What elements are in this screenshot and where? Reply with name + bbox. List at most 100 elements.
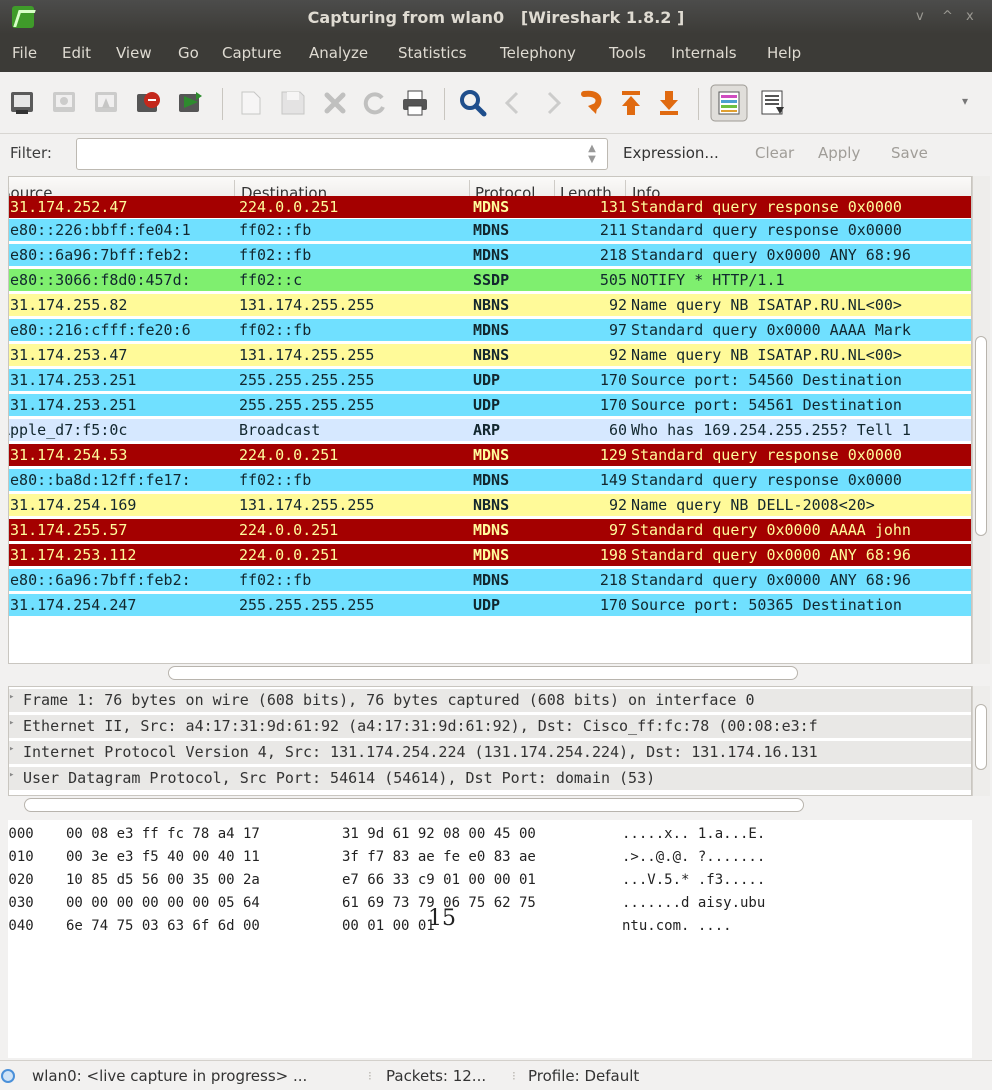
packet-row[interactable]: 131.174.255.57 224.0.0.251 MDNS 97 Standard … [9, 519, 971, 542]
menu-help[interactable]: Help [767, 44, 801, 62]
save-filter-button[interactable]: Save [891, 144, 928, 162]
details-vscroll-thumb[interactable] [975, 704, 987, 770]
expression-button[interactable]: Expression... [623, 144, 719, 162]
packet-list-vscrollbar[interactable] [972, 176, 990, 664]
toolbar-separator [444, 88, 445, 120]
packet-info: Name query NB ISATAP.RU.NL<00> [631, 346, 902, 364]
packet-row[interactable]: fe80::6a96:7bff:feb2: ff02::fb MDNS 218 Stan… [9, 569, 971, 592]
packet-row[interactable]: fe80::ba8d:12ff:fe17: ff02::fb MDNS 149 Stan… [9, 469, 971, 492]
close-file-icon [324, 92, 346, 114]
packet-protocol: SSDP [473, 271, 510, 289]
packet-destination: 255.255.255.255 [239, 371, 375, 389]
filter-input[interactable] [76, 138, 608, 170]
packet-row[interactable]: fe80::3066:f8d0:457d: ff02::c SSDP 505 NOTIF… [9, 269, 971, 292]
packet-list-hscrollbar[interactable] [8, 664, 972, 684]
hex-ascii: ...V.5.* .f3..... [622, 872, 766, 888]
hex-row: 0010 00 3e e3 f5 40 00 40 11 3f f7 83 ae f… [8, 849, 972, 871]
menu-analyze[interactable]: Analyze [309, 44, 368, 62]
packet-info: Who has 169.254.255.255? Tell 1 [631, 421, 911, 439]
packet-row[interactable]: fe80::6a96:7bff:feb2: ff02::fb MDNS 218 Stan… [9, 244, 971, 267]
menu-tools[interactable]: Tools [609, 44, 646, 62]
packet-source: 131.174.253.47 [9, 346, 128, 364]
restart-capture-icon[interactable] [176, 88, 206, 118]
menu-capture[interactable]: Capture [222, 44, 282, 62]
packet-bytes[interactable]: 0000 00 08 e3 ff fc 78 a4 17 31 9d 61 92 0… [8, 820, 972, 1058]
details-vscrollbar[interactable] [972, 686, 990, 796]
packet-destination: 131.174.255.255 [239, 496, 375, 514]
go-to-packet-icon[interactable] [578, 88, 608, 118]
packet-row[interactable]: 131.174.254.247 255.255.255.255 UDP 170 Sour… [9, 594, 971, 617]
overlay-number: 15 [428, 906, 456, 931]
packet-source: 131.174.255.57 [9, 521, 128, 539]
details-hscrollbar[interactable] [8, 796, 972, 816]
packet-source: fe80::226:bbff:fe04:1 [9, 221, 191, 239]
packet-protocol: UDP [473, 371, 501, 389]
packet-row[interactable]: 131.174.253.112 224.0.0.251 MDNS 198 Standar… [9, 544, 971, 567]
packet-protocol: UDP [473, 396, 501, 414]
stop-capture-icon[interactable] [134, 88, 164, 118]
print-icon[interactable] [400, 88, 430, 118]
packet-protocol: MDNS [473, 571, 510, 589]
packet-length: 60 [608, 421, 627, 439]
packet-list-hscroll-thumb[interactable] [168, 666, 798, 680]
detail-ethernet[interactable]: ▸ Ethernet II, Src: a4:17:31:9d:61:92 (a4… [9, 715, 971, 739]
packet-row[interactable]: 131.174.255.82 131.174.255.255 NBNS 92 Name … [9, 294, 971, 317]
packet-destination: ff02::c [239, 271, 303, 289]
packet-protocol: MDNS [473, 521, 510, 539]
menu-internals[interactable]: Internals [671, 44, 737, 62]
packet-row[interactable]: fe80::226:bbff:fe04:1 ff02::fb MDNS 211 Stan… [9, 219, 971, 242]
status-packets: Packets: 12... [386, 1067, 487, 1085]
hex-offset: 0030 [8, 895, 34, 911]
reload-icon [363, 92, 385, 115]
detail-udp[interactable]: ▸ User Datagram Protocol, Src Port: 54614… [9, 767, 971, 791]
hex-bytes: 00 3e e3 f5 40 00 40 11 [66, 849, 260, 865]
toolbar-overflow-button[interactable]: ▾ [962, 94, 968, 108]
packet-source: 131.174.254.169 [9, 496, 137, 514]
menu-view[interactable]: View [116, 44, 152, 62]
expand-arrow-icon[interactable]: ▸ [9, 770, 17, 780]
minimize-button[interactable]: v [916, 9, 924, 24]
detail-ipv4[interactable]: ▸ Internet Protocol Version 4, Src: 131.1… [9, 741, 971, 765]
packet-row[interactable]: 131.174.252.47 224.0.0.251 MDNS 131 Standard… [9, 196, 971, 219]
expert-info-icon[interactable] [1, 1069, 15, 1083]
packet-protocol: MDNS [473, 198, 510, 216]
packet-protocol: UDP [473, 596, 501, 614]
autoscroll-icon[interactable] [758, 88, 788, 118]
filter-dropdown-button[interactable]: ▲ ▼ [581, 143, 603, 165]
packet-row[interactable]: 131.174.253.251 255.255.255.255 UDP 170 Sour… [9, 394, 971, 417]
details-hscroll-thumb[interactable] [24, 798, 804, 812]
interface-list-icon[interactable] [8, 88, 38, 118]
apply-button[interactable]: Apply [818, 144, 860, 162]
packet-row[interactable]: 131.174.253.47 131.174.255.255 NBNS 92 Name … [9, 344, 971, 367]
expand-arrow-icon[interactable]: ▸ [9, 744, 17, 754]
status-profile[interactable]: Profile: Default [528, 1067, 639, 1085]
packet-row[interactable]: 131.174.254.169 131.174.255.255 NBNS 92 Name… [9, 494, 971, 517]
maximize-button[interactable]: ^ [942, 9, 953, 24]
menu-telephony[interactable]: Telephony [500, 44, 576, 62]
detail-frame[interactable]: ▸ Frame 1: 76 bytes on wire (608 bits), 7… [9, 689, 971, 713]
packet-row[interactable]: Apple_d7:f5:0c Broadcast ARP 60 Who has 169.… [9, 419, 971, 442]
colorize-icon[interactable] [710, 84, 748, 122]
packet-list[interactable]: Source Destination Protocol Length Info … [8, 176, 972, 664]
packet-destination: ff02::fb [239, 471, 312, 489]
menu-file[interactable]: File [12, 44, 37, 62]
close-button[interactable]: x [966, 9, 974, 24]
menu-statistics[interactable]: Statistics [398, 44, 467, 62]
expand-arrow-icon[interactable]: ▸ [9, 718, 17, 728]
clear-button[interactable]: Clear [755, 144, 794, 162]
packet-row[interactable]: 131.174.254.53 224.0.0.251 MDNS 129 Standard… [9, 444, 971, 467]
first-packet-icon[interactable] [616, 88, 646, 118]
packet-row[interactable]: 131.174.253.251 255.255.255.255 UDP 170 Sour… [9, 369, 971, 392]
packet-length: 92 [608, 296, 627, 314]
packet-protocol: MDNS [473, 546, 510, 564]
find-packet-icon[interactable] [458, 88, 488, 118]
packet-length: 131 [599, 198, 627, 216]
packet-row[interactable]: fe80::216:cfff:fe20:6 ff02::fb MDNS 97 Stand… [9, 319, 971, 342]
packet-length: 211 [599, 221, 627, 239]
packet-list-vscroll-thumb[interactable] [975, 336, 987, 536]
expand-arrow-icon[interactable]: ▸ [9, 692, 17, 702]
last-packet-icon[interactable] [654, 88, 684, 118]
packet-protocol: NBNS [473, 346, 510, 364]
menu-go[interactable]: Go [178, 44, 199, 62]
menu-edit[interactable]: Edit [62, 44, 91, 62]
